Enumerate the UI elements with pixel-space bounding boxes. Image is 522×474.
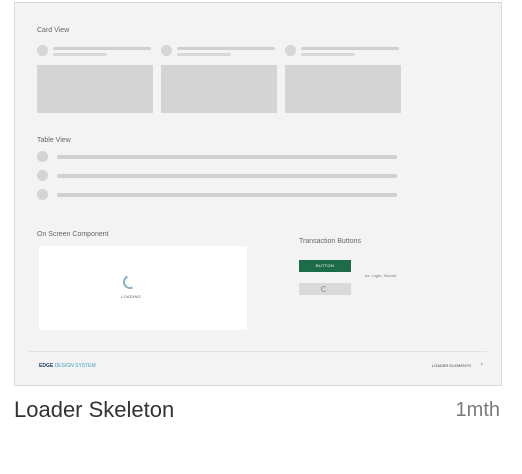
skeleton-line [53,47,151,50]
skeleton-table-row [37,189,397,201]
onscreen-component-panel [39,246,247,330]
footer-divider [29,351,487,352]
skeleton-block [161,65,277,113]
loading-text: LOADING [120,294,142,299]
skeleton-block [285,65,401,113]
card-view-label: Card View [37,27,70,34]
file-last-edited: 1mth [455,399,500,421]
brand-logo: EDGE DESIGN SYSTEM [39,363,96,369]
file-thumbnail[interactable]: Card View Table View On Screen Component… [14,2,502,386]
transaction-buttons-label: Transaction Buttons [299,238,361,245]
skeleton-avatar [37,45,48,56]
skeleton-table-row [37,151,397,163]
skeleton-line [177,53,231,56]
skeleton-line [57,193,397,197]
skeleton-avatar [285,45,296,56]
loading-button[interactable] [299,283,351,295]
skeleton-line [177,47,275,50]
skeleton-card [161,45,279,117]
skeleton-avatar [37,151,48,162]
loading-spinner-icon [321,286,327,292]
brand-name: EDGE [39,363,54,369]
brand-subtitle: DESIGN SYSTEM [54,363,96,369]
skeleton-line [57,174,397,178]
table-view-label: Table View [37,137,71,144]
skeleton-line [301,47,399,50]
chevron-right-icon[interactable]: › [481,361,483,369]
button-hint-text: ex: Login, Submit [365,273,396,278]
skeleton-line [53,53,107,56]
skeleton-line [301,53,355,56]
skeleton-card [37,45,155,117]
primary-button[interactable]: BUTTON [299,260,351,272]
skeleton-block [37,65,153,113]
page-name-label: LOADER ELEMENTS [431,363,471,368]
skeleton-avatar [161,45,172,56]
skeleton-avatar [37,170,48,181]
skeleton-line [57,155,397,159]
skeleton-card [285,45,403,117]
file-title[interactable]: Loader Skeleton [14,397,174,423]
skeleton-table-row [37,170,397,182]
onscreen-component-label: On Screen Component [37,231,109,238]
skeleton-avatar [37,189,48,200]
